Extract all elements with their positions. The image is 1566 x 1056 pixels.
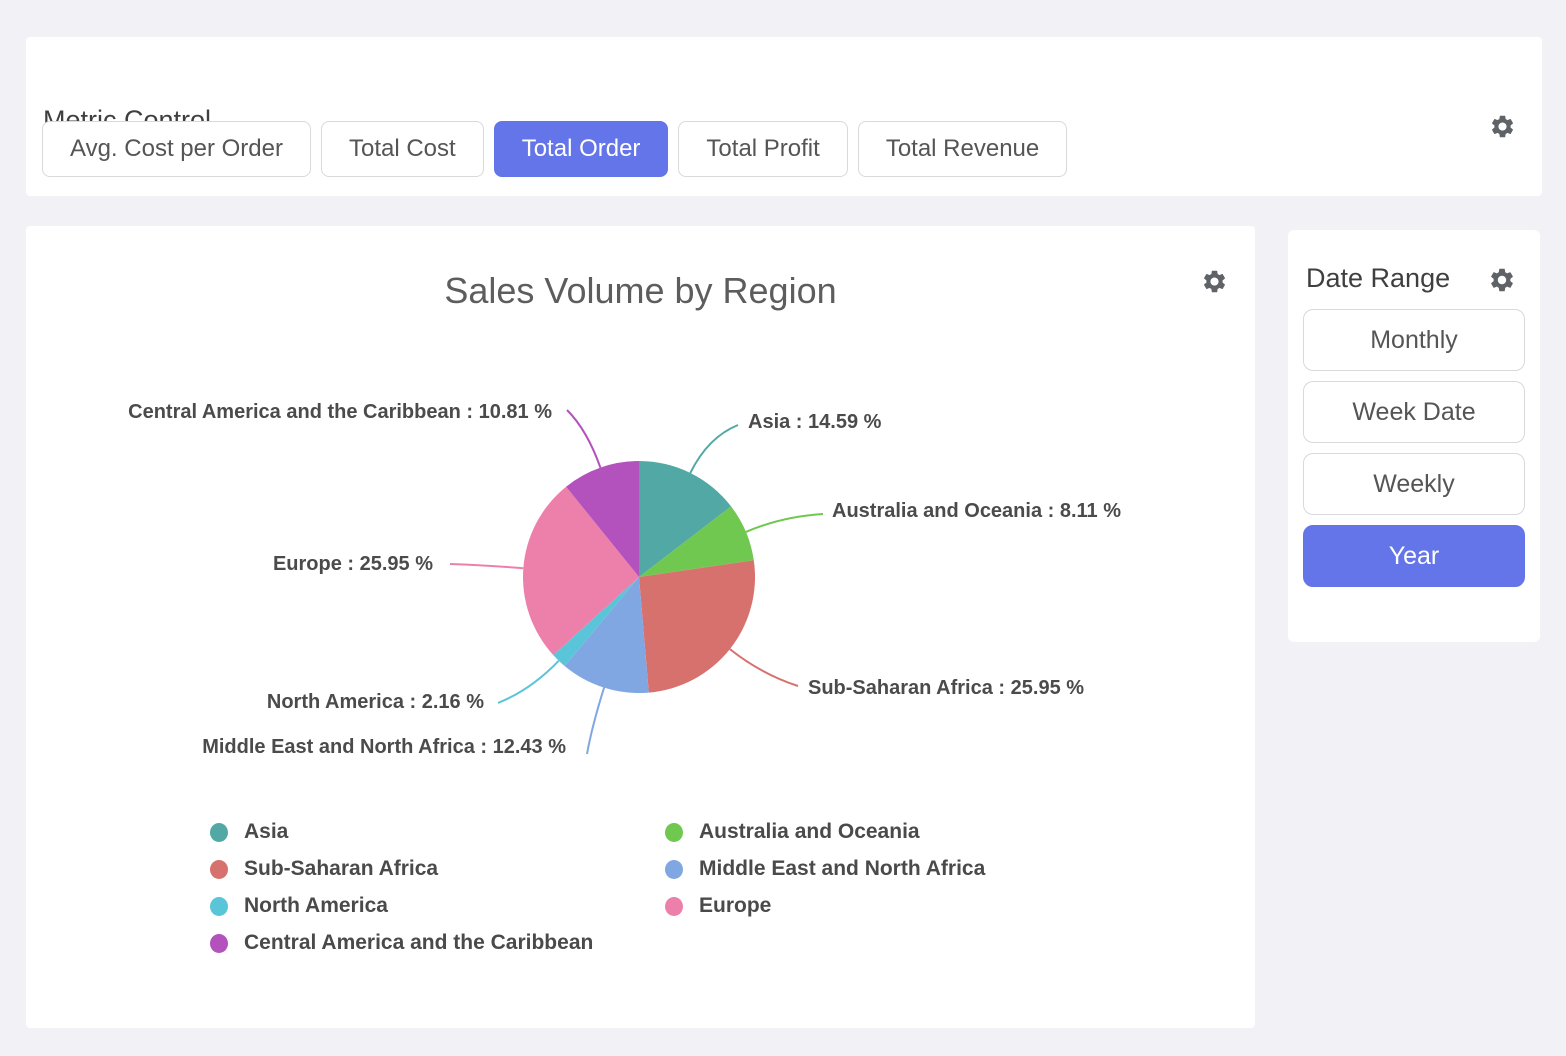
pie-label-sub-saharan-africa: Sub-Saharan Africa : 25.95 %: [808, 677, 1084, 699]
metric-button-total-profit[interactable]: Total Profit: [678, 121, 847, 177]
date-range-button-monthly[interactable]: Monthly: [1303, 309, 1525, 371]
pie-label-australia-and-oceania: Australia and Oceania : 8.11 %: [832, 500, 1121, 522]
pie-label-central-america-and-the-caribbean: Central America and the Caribbean : 10.8…: [128, 401, 552, 423]
pie-label-north-america: North America : 2.16 %: [267, 691, 484, 713]
legend-item-asia[interactable]: Asia: [210, 821, 665, 843]
metric-control-panel: Metric Control Avg. Cost per OrderTotal …: [26, 37, 1542, 196]
gear-icon[interactable]: [1489, 113, 1516, 140]
metric-button-total-cost[interactable]: Total Cost: [321, 121, 484, 177]
pie-label-europe: Europe : 25.95 %: [273, 553, 433, 575]
metric-buttons: Avg. Cost per OrderTotal CostTotal Order…: [42, 121, 1067, 177]
legend-label: Europe: [699, 894, 771, 918]
pie-label-asia: Asia : 14.59 %: [748, 411, 882, 433]
legend-marker-middle-east-and-north-africa: [665, 860, 683, 879]
legend-label: Australia and Oceania: [699, 820, 920, 844]
legend-label: North America: [244, 894, 388, 918]
legend-label: Middle East and North Africa: [699, 857, 985, 881]
date-range-title: Date Range: [1306, 263, 1450, 294]
metric-button-total-revenue[interactable]: Total Revenue: [858, 121, 1067, 177]
legend-marker-asia: [210, 823, 228, 842]
date-range-buttons: Monthly Week Date Weekly Year: [1303, 309, 1525, 587]
legend-marker-australia-and-oceania: [665, 823, 683, 842]
pie-label-line-sub-saharan-africa: [730, 649, 798, 686]
metric-button-total-order[interactable]: Total Order: [494, 121, 669, 177]
date-range-button-year[interactable]: Year: [1303, 525, 1525, 587]
pie-label-line-asia: [690, 425, 738, 473]
legend-item-central-america-and-the-caribbean[interactable]: Central America and the Caribbean: [210, 932, 665, 954]
legend-label: Asia: [244, 820, 288, 844]
legend-label: Central America and the Caribbean: [244, 931, 593, 955]
date-range-button-week-date[interactable]: Week Date: [1303, 381, 1525, 443]
pie-label-line-central-america-and-the-caribbean: [567, 410, 600, 468]
legend-marker-north-america: [210, 897, 228, 916]
pie-label-middle-east-and-north-africa: Middle East and North Africa : 12.43 %: [202, 736, 566, 758]
legend-item-sub-saharan-africa[interactable]: Sub-Saharan Africa: [210, 858, 665, 880]
date-range-button-weekly[interactable]: Weekly: [1303, 453, 1525, 515]
legend-marker-europe: [665, 897, 683, 916]
legend-marker-central-america-and-the-caribbean: [210, 934, 228, 953]
pie-label-line-europe: [450, 564, 523, 568]
legend-item-north-america[interactable]: North America: [210, 895, 665, 917]
pie-slice-sub-saharan-africa[interactable]: [639, 560, 755, 692]
chart-legend: Asia Australia and Oceania Sub-Saharan Afr…: [210, 821, 985, 954]
chart-panel: Sales Volume by Region Asia : 14.59 %Aus…: [26, 226, 1255, 1028]
pie-label-line-north-america: [498, 661, 559, 703]
legend-marker-sub-saharan-africa: [210, 860, 228, 879]
legend-item-middle-east-and-north-africa[interactable]: Middle East and North Africa: [665, 858, 985, 880]
legend-item-australia-and-oceania[interactable]: Australia and Oceania: [665, 821, 985, 843]
legend-item-europe[interactable]: Europe: [665, 895, 985, 917]
date-range-panel: Date Range Monthly Week Date Weekly Year: [1288, 230, 1540, 642]
legend-label: Sub-Saharan Africa: [244, 857, 438, 881]
gear-icon[interactable]: [1488, 266, 1516, 294]
metric-button-avg-cost-per-order[interactable]: Avg. Cost per Order: [42, 121, 311, 177]
pie-label-line-australia-and-oceania: [746, 514, 823, 532]
pie-label-line-middle-east-and-north-africa: [587, 688, 604, 754]
